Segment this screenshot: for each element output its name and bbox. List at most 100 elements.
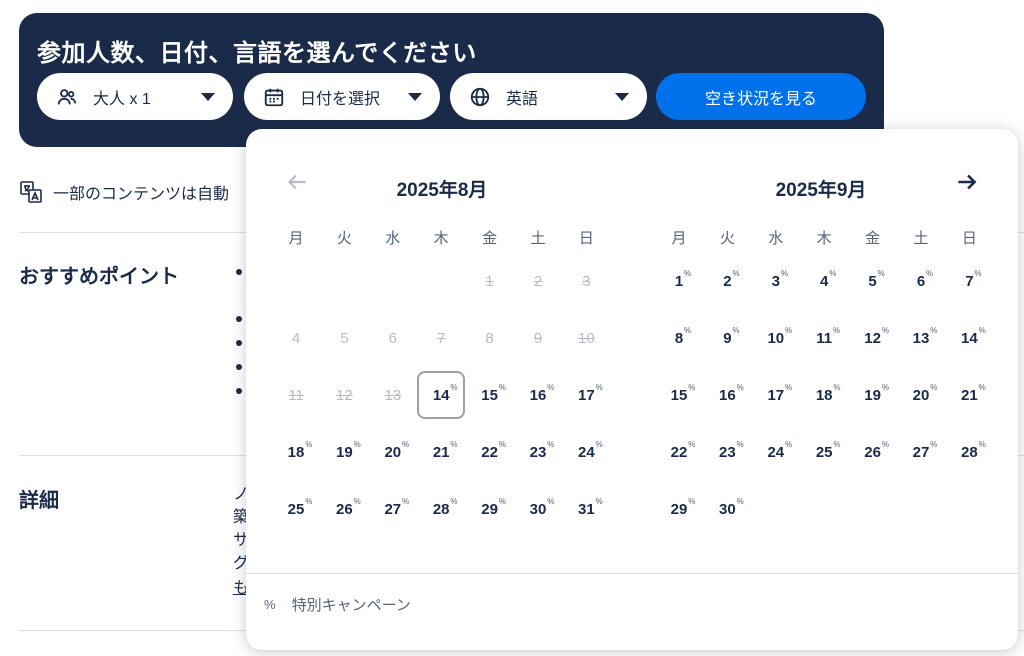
- arrow-left-icon[interactable]: [284, 169, 310, 195]
- calendar-day[interactable]: 29%: [466, 485, 514, 533]
- arrow-right-icon[interactable]: [954, 169, 980, 195]
- calendar-day[interactable]: 8%: [655, 314, 703, 362]
- calendar-day[interactable]: 17%: [752, 371, 800, 419]
- calendar-day[interactable]: 26%: [320, 485, 368, 533]
- date-dropdown[interactable]: 日付を選択: [244, 73, 440, 120]
- translate-note-text: 一部のコンテンツは自動: [53, 186, 230, 203]
- calendar-day[interactable]: 2%: [703, 257, 751, 305]
- promo-percent-icon: %: [498, 496, 506, 506]
- calendar-day[interactable]: 16%: [514, 371, 562, 419]
- calendar-day-number: 14%: [432, 382, 458, 404]
- calendar-day-number: 29%: [670, 496, 696, 518]
- calendar-day-number: 15%: [481, 382, 506, 404]
- calendar-day[interactable]: 28%: [945, 428, 993, 476]
- calendar-day[interactable]: 30%: [514, 485, 562, 533]
- calendar-day[interactable]: 18%: [272, 428, 320, 476]
- calendar-day[interactable]: 28%: [417, 485, 465, 533]
- calendar-day[interactable]: 13%: [897, 314, 945, 362]
- chevron-down-icon: [615, 92, 629, 101]
- calendar-day[interactable]: 15%: [655, 371, 703, 419]
- chevron-down-icon: [201, 92, 215, 101]
- highlights-title: おすすめポイント: [19, 266, 179, 288]
- weekday-label: 日: [961, 230, 977, 247]
- language-dropdown[interactable]: 英語: [450, 73, 647, 120]
- promo-percent-icon: %: [547, 382, 555, 392]
- calendar-day[interactable]: 23%: [703, 428, 751, 476]
- calendar-day-number: 7%: [965, 268, 982, 290]
- calendar-day[interactable]: 5%: [849, 257, 897, 305]
- calendar-day[interactable]: 4%: [800, 257, 848, 305]
- promo-percent-icon: %: [688, 439, 696, 449]
- weekday-label: 木: [433, 230, 449, 247]
- calendar-day[interactable]: 18%: [800, 371, 848, 419]
- calendar-day[interactable]: 23%: [514, 428, 562, 476]
- calendar-day-number: 22%: [670, 439, 696, 461]
- promo-percent-icon: %: [829, 268, 837, 278]
- promo-percent-icon: %: [877, 268, 885, 278]
- calendar-day[interactable]: 19%: [849, 371, 897, 419]
- calendar-day[interactable]: 19%: [320, 428, 368, 476]
- promo-percent-icon: %: [402, 439, 410, 449]
- calendar-day-number: 9: [533, 329, 543, 347]
- weekday-label: 月: [671, 230, 687, 247]
- calendar-day[interactable]: 24%: [752, 428, 800, 476]
- calendar-day[interactable]: 20%: [897, 371, 945, 419]
- bullet: [236, 388, 242, 394]
- calendar-day[interactable]: 12%: [849, 314, 897, 362]
- promo-percent-icon: %: [498, 382, 506, 392]
- calendar-day[interactable]: 21%: [417, 428, 465, 476]
- calendar-day[interactable]: 31%: [562, 485, 610, 533]
- calendar-day-number: 15%: [670, 382, 696, 404]
- calendar-day[interactable]: 3%: [752, 257, 800, 305]
- calendar-day[interactable]: 14%: [945, 314, 993, 362]
- month-title: 2025年8月: [396, 180, 488, 201]
- calendar-day[interactable]: 22%: [466, 428, 514, 476]
- promo-percent-icon: %: [930, 325, 938, 335]
- calendar-day[interactable]: 10%: [752, 314, 800, 362]
- calendar-day[interactable]: 7%: [945, 257, 993, 305]
- calendar-day-number: 2: [533, 272, 543, 290]
- calendar-day[interactable]: 6%: [897, 257, 945, 305]
- calendar-day[interactable]: 24%: [562, 428, 610, 476]
- calendar-day-number: 19%: [336, 439, 361, 461]
- calendar-day[interactable]: 27%: [897, 428, 945, 476]
- calendar-day: 4: [272, 314, 320, 362]
- calendar-day[interactable]: 27%: [369, 485, 417, 533]
- bullet: [236, 364, 242, 370]
- calendar-day-number: 9%: [723, 325, 740, 347]
- date-picker-popover: 2025年8月 2025年9月 % 特別キャンペーン 月火水木金土日123456…: [246, 129, 1018, 650]
- promo-percent-icon: %: [450, 382, 458, 392]
- calendar-day[interactable]: 30%: [703, 485, 751, 533]
- promo-percent-icon: %: [595, 496, 603, 506]
- calendar-day[interactable]: 15%: [466, 371, 514, 419]
- calendar-day-number: 24%: [578, 439, 603, 461]
- promo-legend: % 特別キャンペーン: [264, 594, 411, 615]
- weekday-label: 土: [530, 230, 546, 247]
- calendar-day-number: 13%: [912, 325, 938, 347]
- promo-percent-icon: %: [402, 496, 410, 506]
- calendar-day[interactable]: 21%: [945, 371, 993, 419]
- calendar-day[interactable]: 16%: [703, 371, 751, 419]
- calendar-day[interactable]: 25%: [800, 428, 848, 476]
- check-availability-button[interactable]: 空き状況を見る: [656, 73, 866, 120]
- weekday-label: 火: [719, 230, 735, 247]
- calendar-day[interactable]: 1%: [655, 257, 703, 305]
- calendar-day-number: 26%: [864, 439, 889, 461]
- calendar-day[interactable]: 20%: [369, 428, 417, 476]
- calendar-day: 6: [369, 314, 417, 362]
- calendar-day[interactable]: 11%: [800, 314, 848, 362]
- promo-percent-icon: %: [353, 439, 361, 449]
- calendar-day[interactable]: 26%: [849, 428, 897, 476]
- calendar-day[interactable]: 22%: [655, 428, 703, 476]
- calendar-day-number: 24%: [767, 439, 793, 461]
- calendar-day[interactable]: 17%: [562, 371, 610, 419]
- calendar-day[interactable]: 9%: [703, 314, 751, 362]
- promo-percent-icon: %: [780, 268, 788, 278]
- calendar-day[interactable]: 29%: [655, 485, 703, 533]
- calendar-day-number: 29%: [481, 496, 506, 518]
- calendar-day[interactable]: 25%: [272, 485, 320, 533]
- participants-dropdown[interactable]: 大人 x 1: [37, 73, 233, 120]
- calendar-day-number: 13: [384, 386, 402, 404]
- calendar-day[interactable]: 14%: [417, 371, 466, 419]
- weekday-label: 金: [865, 230, 881, 247]
